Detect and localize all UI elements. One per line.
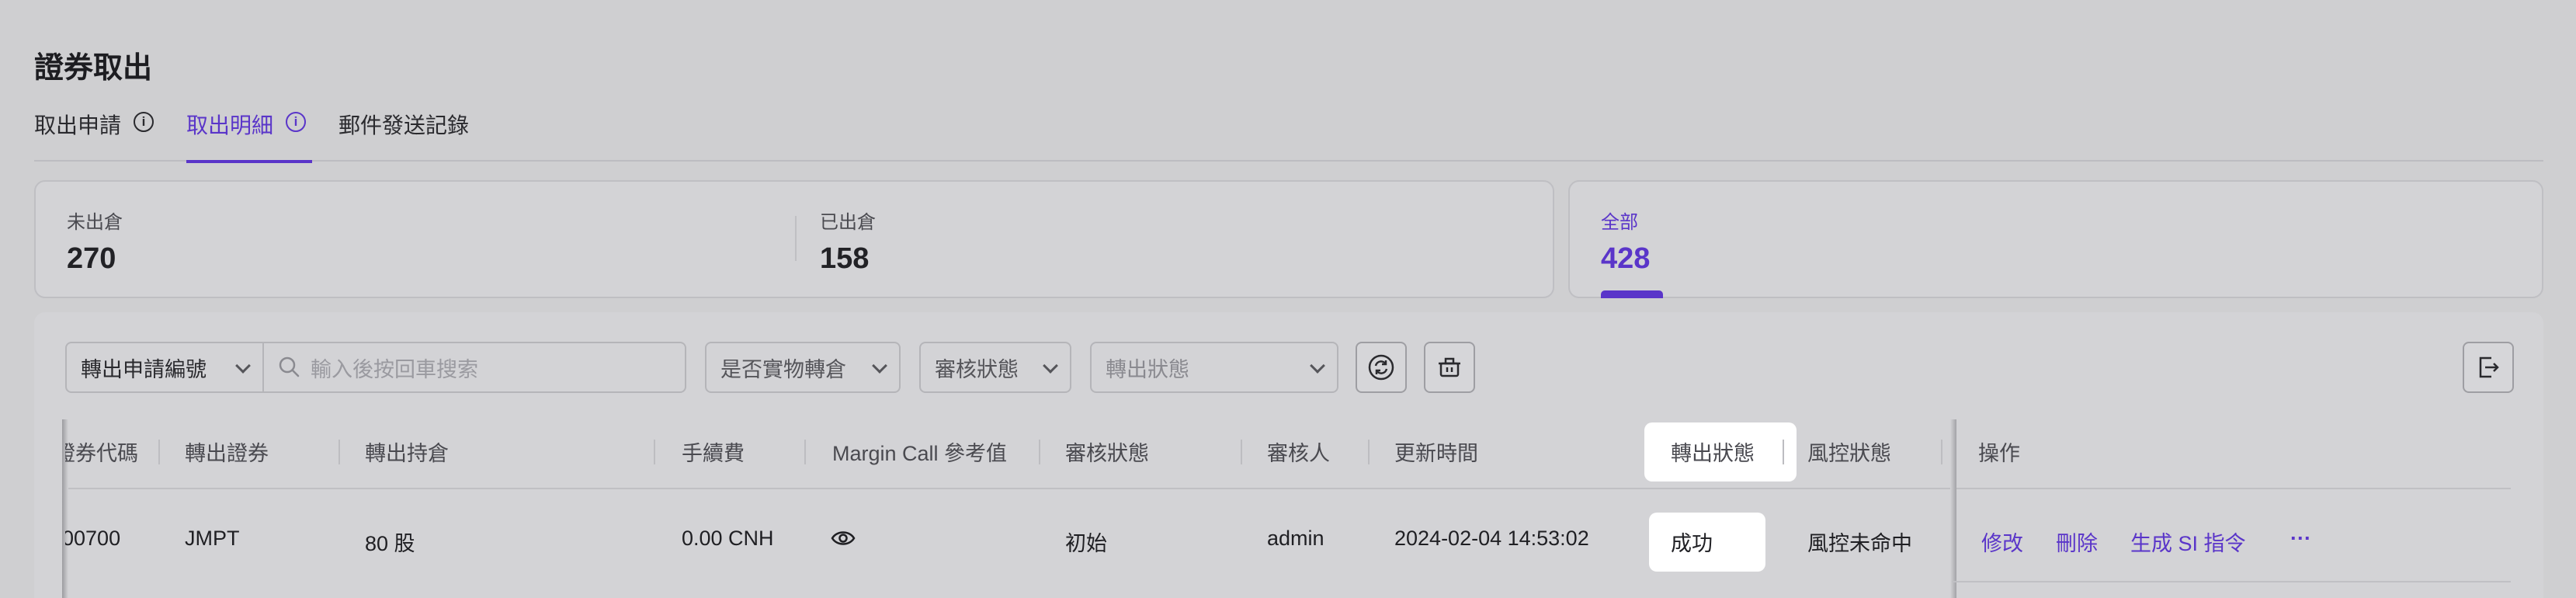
refresh-button[interactable] [1356,342,1407,393]
info-icon[interactable]: i [134,112,154,132]
stats-card-all[interactable]: 全部 428 [1568,180,2543,298]
cell-reviewer: admin [1267,527,1324,550]
tab-withdraw-detail[interactable]: 取出明細 i [186,109,312,163]
search-input[interactable]: 輸入後按回車搜索 [262,342,686,393]
header-updated: 更新時間 [1394,442,1478,465]
header-margin: Margin Call 參考值 [832,442,1008,465]
tab-bar: 取出申請 i 取出明細 i 郵件發送記錄 [34,109,2543,163]
select-label: 轉出狀態 [1106,357,1189,381]
stats-card-status: 未出倉 270 已出倉 158 [34,180,1554,298]
select-label: 是否實物轉倉 [720,357,846,381]
cell-fee: 0.00 CNH [682,527,774,550]
column-divider [804,440,806,464]
column-divider [654,440,655,464]
header-divider [65,488,2511,489]
header-review: 審核狀態 [1065,442,1149,465]
stat-label-done: 已出倉 [820,212,876,233]
search-icon [279,356,300,377]
column-divider [1039,440,1040,464]
clear-filter-icon [1439,357,1460,377]
export-icon [2479,356,2499,378]
search-placeholder: 輸入後按回車搜索 [311,357,478,381]
select-label: 審核狀態 [935,357,1019,381]
column-divider [1783,440,1784,464]
chevron-down-icon [1310,358,1325,374]
column-divider [338,440,340,464]
divider [795,216,797,261]
header-reviewer: 審核人 [1267,442,1330,465]
column-divider [1241,440,1242,464]
field-select-label: 轉出申請編號 [81,357,207,381]
cell-updated: 2024-02-04 14:53:02 [1394,527,1589,550]
cell-risk: 風控未命中 [1807,532,1912,555]
search-field-select[interactable]: 轉出申請編號 [65,342,264,393]
tab-email-log[interactable]: 郵件發送記錄 [338,109,469,162]
cell-security: JMPT [185,527,240,550]
info-icon[interactable]: i [286,112,307,132]
column-divider [1941,440,1942,464]
generate-si-link[interactable]: 生成 SI 指令 [2130,527,2246,557]
refresh-icon [1368,354,1394,381]
stat-value-all[interactable]: 428 [1601,242,1650,276]
header-holding: 轉出持倉 [365,442,449,465]
chevron-down-icon [235,358,251,374]
tab-label: 郵件發送記錄 [338,113,470,137]
header-security: 轉出證券 [185,442,269,465]
export-button[interactable] [2463,342,2514,393]
stat-label-pending: 未出倉 [67,212,123,233]
tab-label: 取出明細 [186,113,274,137]
page-title: 證券取出 [34,52,153,85]
header-risk: 風控狀態 [1807,442,1891,465]
stat-value-done[interactable]: 158 [820,242,869,276]
delete-link[interactable]: 刪除 [2056,527,2098,557]
header-transfer-status: 轉出狀態 [1671,442,1755,465]
cell-transfer-status: 成功 [1671,532,1713,555]
review-status-select[interactable]: 審核狀態 [919,342,1071,393]
column-divider [158,440,160,464]
header-actions: 操作 [1978,442,2020,465]
cell-review-status: 初始 [1065,532,1107,555]
active-indicator [1601,290,1663,298]
row-divider [1952,581,2511,582]
margin-view-button[interactable] [831,528,856,552]
stat-label-all: 全部 [1601,212,1638,233]
tab-label: 取出申請 [34,113,122,137]
physical-transfer-select[interactable]: 是否實物轉倉 [705,342,901,393]
more-icon[interactable]: ··· [2290,527,2311,551]
clear-button[interactable] [1424,342,1475,393]
transfer-status-select[interactable]: 轉出狀態 [1090,342,1338,393]
column-divider [1368,440,1370,464]
tab-withdraw-request[interactable]: 取出申請 i [34,109,154,162]
edit-link[interactable]: 修改 [1981,527,2023,557]
chevron-down-icon [872,358,887,374]
cell-code: 00700 [65,527,121,550]
header-code: 證券代碼 [65,442,138,465]
header-fee: 手續費 [682,442,745,465]
cell-holding: 80 股 [365,532,415,555]
header-cell-code-clip: 證券代碼 [65,419,157,486]
eye-icon [831,531,856,545]
stat-value-pending[interactable]: 270 [67,242,116,276]
chevron-down-icon [1043,358,1058,374]
cell-code-clip: 00700 [65,509,157,572]
